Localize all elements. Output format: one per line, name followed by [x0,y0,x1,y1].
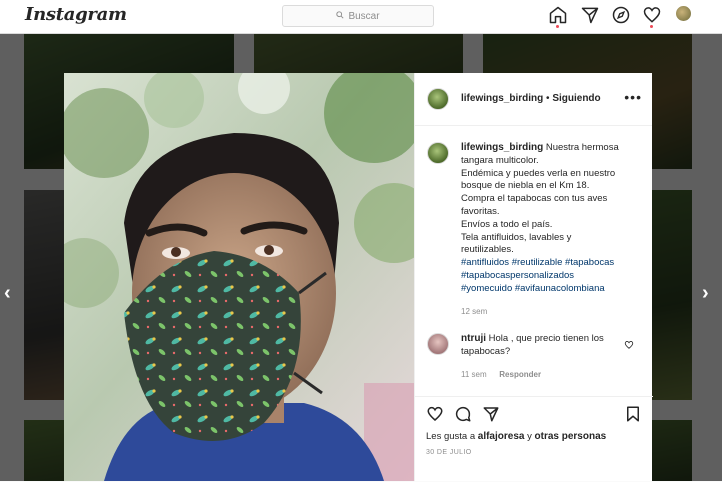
caption-timestamp[interactable]: 12 sem [461,306,641,319]
post-photo[interactable] [64,73,414,481]
caption-text: tangara multicolor. [461,154,539,166]
previous-post-arrow-icon[interactable]: ‹ [4,282,11,305]
next-post-arrow-icon[interactable]: › [702,282,709,305]
comment-text: Hola , que precio tienen los [488,333,604,344]
post-header-text: lifewings_birding • Siguiendo [461,93,601,104]
like-heart-icon[interactable] [426,405,444,423]
caption-hashtags[interactable]: #tapabocaspersonalizados [461,270,641,283]
post-sidebar: lifewings_birding • Siguiendo ••• lifewi… [414,73,653,482]
post-date[interactable]: 30 DE JULIO [426,449,472,456]
comment-timestamp[interactable]: 11 sem [461,370,487,379]
caption-avatar[interactable] [427,142,449,164]
direct-icon[interactable] [580,5,600,25]
comment-icon[interactable] [454,405,472,423]
instagram-logo[interactable]: Instagram [25,4,127,25]
caption-text: favoritas. [461,205,500,217]
more-options-icon[interactable]: ••• [624,89,642,105]
caption-text: Nuestra hermosa [545,142,619,153]
likes-prefix: Les gusta a [426,431,476,442]
author-avatar[interactable] [427,88,449,110]
search-icon [336,10,344,22]
caption-text: Compra el tapabocas con tus aves [461,193,608,205]
search-input[interactable]: Buscar [282,5,434,27]
activity-dot [650,25,653,28]
follow-status-button[interactable]: Siguiendo [552,93,600,104]
top-navbar: Instagram Buscar [0,0,722,34]
caption-hashtags[interactable]: #antifluidos #reutilizable #tapabocas [461,257,641,270]
likes-suffix: y [527,431,532,442]
share-icon[interactable] [482,405,500,423]
caption-text: reutilizables. [461,244,514,256]
caption-text: Tela antifluidos, lavables y [461,231,572,243]
likes-user[interactable]: alfajoresa [478,431,525,442]
commenter-avatar[interactable] [427,333,449,355]
header-separator: • [546,93,550,104]
post-actions: Les gusta a alfajoresa y otras personas … [415,396,653,482]
likes-others-link[interactable]: otras personas [535,431,607,442]
home-active-dot [556,25,559,28]
post-header: lifewings_birding • Siguiendo ••• [415,73,652,126]
post-modal: lifewings_birding • Siguiendo ••• lifewi… [64,73,653,482]
likes-summary: Les gusta a alfajoresa y otras personas [426,431,606,442]
reply-button[interactable]: Responder [499,370,541,379]
comment-like-icon[interactable] [624,337,634,349]
caption-username[interactable]: lifewings_birding [461,142,543,153]
search-placeholder: Buscar [348,10,380,22]
activity-heart-icon[interactable] [642,5,662,25]
comment-text: tapabocas? [461,346,511,357]
caption-text: Endémica y puedes verla en nuestro [461,167,616,179]
caption-text: Envíos a todo el país. [461,218,553,230]
caption-text: bosque de niebla en el Km 18. [461,180,590,192]
explore-icon[interactable] [611,5,631,25]
comment-item: ntruji Hola , que precio tienen los tapa… [461,332,631,381]
author-username[interactable]: lifewings_birding [461,93,543,104]
commenter-username[interactable]: ntruji [461,333,486,344]
save-bookmark-icon[interactable] [624,405,642,423]
post-caption: lifewings_birding Nuestra hermosa tangar… [461,142,641,318]
home-icon[interactable] [548,5,568,25]
profile-avatar[interactable] [676,6,691,21]
caption-hashtags[interactable]: #yomecuido #avifaunacolombiana [461,283,641,296]
